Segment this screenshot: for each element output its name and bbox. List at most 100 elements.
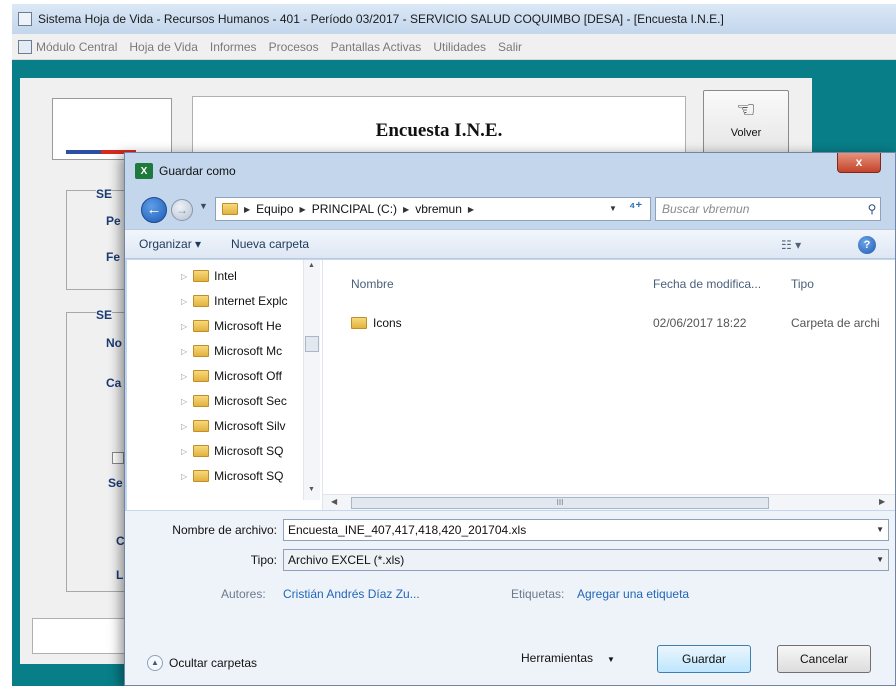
file-list-item[interactable]: Icons 02/06/2017 18:22 Carpeta de archi <box>343 312 895 334</box>
tree-item[interactable]: ▷ Microsoft Sec <box>181 391 302 411</box>
field-label-se: Se <box>108 476 123 490</box>
authors-label: Autores: <box>221 587 266 601</box>
chevron-down-icon[interactable]: ▼ <box>876 550 884 570</box>
expand-arrow-icon[interactable]: ▷ <box>181 422 187 431</box>
folder-icon <box>351 317 367 329</box>
file-type-select[interactable]: Archivo EXCEL (*.xls) ▼ <box>283 549 889 571</box>
scroll-up-icon[interactable]: ▲ <box>308 262 315 269</box>
scroll-down-icon[interactable]: ▼ <box>308 486 315 493</box>
breadcrumb-separator[interactable]: ▶ <box>468 205 474 214</box>
view-options-icon[interactable]: ☷ ▾ <box>781 238 801 252</box>
hide-folders-label: Ocultar carpetas <box>169 656 258 670</box>
menu-pantallas-activas[interactable]: Pantallas Activas <box>331 40 422 54</box>
help-icon[interactable]: ? <box>858 236 876 254</box>
field-label-l: L <box>116 568 124 582</box>
save-button[interactable]: Guardar <box>657 645 751 673</box>
file-type: Carpeta de archi <box>791 316 880 330</box>
breadcrumb-principal[interactable]: PRINCIPAL (C:) <box>312 202 397 216</box>
authors-value[interactable]: Cristián Andrés Díaz Zu... <box>283 587 420 601</box>
scroll-right-icon[interactable]: ▶ <box>879 497 885 506</box>
menu-modulo-central[interactable]: Módulo Central <box>36 40 117 54</box>
cancel-button[interactable]: Cancelar <box>777 645 871 673</box>
volver-button[interactable]: ☜ Volver <box>703 90 789 158</box>
expand-arrow-icon[interactable]: ▷ <box>181 372 187 381</box>
horizontal-scrollbar[interactable]: ◀ III ▶ <box>323 494 895 510</box>
column-header-name[interactable]: Nombre <box>351 277 394 291</box>
expand-arrow-icon[interactable]: ▷ <box>181 447 187 456</box>
group-1-label: SE <box>96 187 113 201</box>
tools-label: Herramientas <box>521 651 594 665</box>
browser-pane: ▷ Intel ▷ Internet Explc ▷ Microsoft He ▷ Mi… <box>127 260 895 510</box>
pointing-hand-icon: ☜ <box>736 97 756 122</box>
breadcrumb-separator[interactable]: ▶ <box>403 205 409 214</box>
search-input[interactable]: Buscar vbremun ⚲ <box>655 197 881 221</box>
tree-item-label: Microsoft Silv <box>214 419 286 433</box>
expand-arrow-icon[interactable]: ▷ <box>181 397 187 406</box>
tree-item-label: Internet Explc <box>214 294 288 308</box>
tools-button[interactable]: Herramientas ▼ <box>521 651 615 665</box>
breadcrumb-equipo[interactable]: Equipo <box>256 202 293 216</box>
back-arrow-icon[interactable]: ← <box>141 197 167 223</box>
folder-icon <box>193 295 210 307</box>
organize-button[interactable]: Organizar ▾ <box>139 237 201 251</box>
expand-arrow-icon[interactable]: ▷ <box>181 297 187 306</box>
menu-procesos[interactable]: Procesos <box>269 40 319 54</box>
volver-label: Volver <box>730 127 762 139</box>
form-checkbox[interactable] <box>112 452 124 464</box>
breadcrumb-vbremun[interactable]: vbremun <box>415 202 462 216</box>
hide-folders-button[interactable]: ▲ Ocultar carpetas <box>147 655 257 671</box>
breadcrumb-separator[interactable]: ▶ <box>300 205 306 214</box>
app-title: Sistema Hoja de Vida - Recursos Humanos … <box>38 12 724 26</box>
expand-arrow-icon[interactable]: ▷ <box>181 272 187 281</box>
tree-scrollbar[interactable]: ▲ ▼ <box>303 260 320 500</box>
chevron-down-icon: ▼ <box>607 655 615 664</box>
expand-arrow-icon[interactable]: ▷ <box>181 472 187 481</box>
field-label-fe: Fe <box>106 250 121 264</box>
tree-item[interactable]: ▷ Intel <box>181 266 302 286</box>
address-dropdown-icon[interactable]: ▼ <box>609 204 617 213</box>
history-dropdown-icon[interactable]: ▼ <box>199 201 208 211</box>
forward-arrow-icon[interactable]: → <box>171 199 193 221</box>
field-label-ca: Ca <box>106 376 122 390</box>
app-menu-icon[interactable] <box>18 39 32 54</box>
dialog-toolbar: Organizar ▾ Nueva carpeta ☷ ▾ ? <box>125 229 895 259</box>
folder-icon <box>193 270 210 282</box>
chevron-up-icon: ▲ <box>147 655 163 671</box>
folder-icon <box>193 345 210 357</box>
breadcrumb-separator[interactable]: ▶ <box>244 205 250 214</box>
tree-scroll-thumb[interactable] <box>305 336 319 352</box>
column-header-type[interactable]: Tipo <box>791 277 814 291</box>
search-placeholder: Buscar vbremun <box>662 202 750 216</box>
tree-item[interactable]: ▷ Microsoft SQ <box>181 466 302 486</box>
tree-item[interactable]: ▷ Microsoft Mc <box>181 341 302 361</box>
column-header-date[interactable]: Fecha de modifica... <box>653 277 761 291</box>
type-label: Tipo: <box>250 553 277 567</box>
menu-salir[interactable]: Salir <box>498 40 522 54</box>
app-title-bar: Sistema Hoja de Vida - Recursos Humanos … <box>12 4 896 34</box>
expand-arrow-icon[interactable]: ▷ <box>181 347 187 356</box>
address-bar[interactable]: ▶ Equipo ▶ PRINCIPAL (C:) ▶ vbremun ▶ <box>215 197 651 221</box>
tree-item[interactable]: ▷ Microsoft SQ <box>181 441 302 461</box>
tree-item[interactable]: ▷ Internet Explc <box>181 291 302 311</box>
search-icon[interactable]: ⚲ <box>864 202 880 216</box>
tags-value[interactable]: Agregar una etiqueta <box>577 587 689 601</box>
tree-item[interactable]: ▷ Microsoft He <box>181 316 302 336</box>
menu-utilidades[interactable]: Utilidades <box>433 40 486 54</box>
tree-item[interactable]: ▷ Microsoft Silv <box>181 416 302 436</box>
tree-item[interactable]: ▷ Microsoft Off <box>181 366 302 386</box>
close-button[interactable]: x <box>837 153 881 173</box>
filename-input[interactable]: Encuesta_INE_407,417,418,420_201704.xls … <box>283 519 889 541</box>
field-label-no: No <box>106 336 122 350</box>
scroll-left-icon[interactable]: ◀ <box>331 497 337 506</box>
form-title: Encuesta I.N.E. <box>375 120 503 141</box>
menu-hoja-de-vida[interactable]: Hoja de Vida <box>129 40 198 54</box>
menu-informes[interactable]: Informes <box>210 40 257 54</box>
horizontal-scroll-thumb[interactable]: III <box>351 497 769 509</box>
chevron-down-icon[interactable]: ▼ <box>876 520 884 540</box>
file-date: 02/06/2017 18:22 <box>653 316 747 330</box>
tree-item-label: Microsoft SQ <box>214 444 284 458</box>
new-folder-button[interactable]: Nueva carpeta <box>231 237 309 251</box>
expand-arrow-icon[interactable]: ▷ <box>181 322 187 331</box>
refresh-icon[interactable]: ⁴⁺ <box>629 199 642 215</box>
folder-icon <box>193 320 210 332</box>
